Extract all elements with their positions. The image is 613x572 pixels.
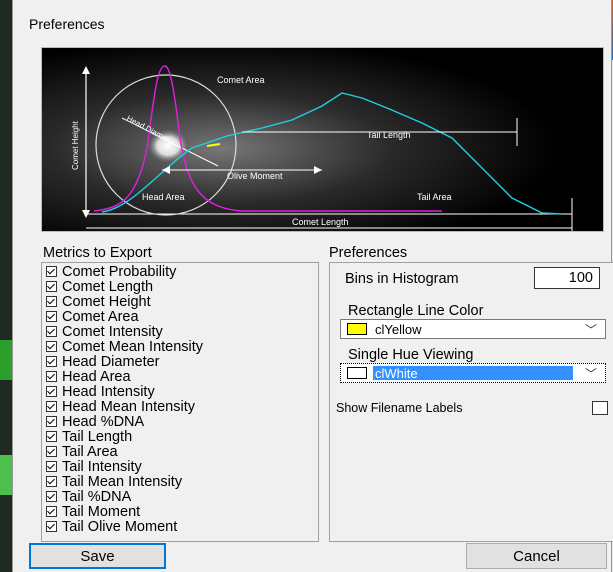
color-swatch bbox=[347, 323, 367, 335]
comet-diagram: Comet Area Head Diameter Tail Length Com… bbox=[41, 47, 604, 232]
preferences-heading: Preferences bbox=[329, 245, 408, 261]
metric-head-diameter[interactable]: Head Diameter bbox=[46, 355, 160, 370]
metric-tail-intensity[interactable]: Tail Intensity bbox=[46, 460, 142, 475]
metric-tail-area[interactable]: Tail Area bbox=[46, 445, 118, 460]
bins-input[interactable] bbox=[534, 267, 600, 289]
metrics-list: Comet Probability Comet Length Comet Hei… bbox=[41, 262, 319, 542]
checkbox-icon[interactable] bbox=[46, 506, 57, 517]
metric-comet-probability[interactable]: Comet Probability bbox=[46, 265, 176, 280]
chevron-down-icon[interactable]: ﹀ bbox=[585, 321, 597, 338]
save-button[interactable]: Save bbox=[29, 543, 166, 569]
checkbox-icon[interactable] bbox=[46, 461, 57, 472]
metric-tail-dna[interactable]: Tail %DNA bbox=[46, 490, 131, 505]
checkbox-icon[interactable] bbox=[46, 446, 57, 457]
preferences-dialog: Preferences Comet Area Head Diameter Tai… bbox=[12, 0, 613, 572]
diagram-label-comet-height: Comet Height bbox=[71, 120, 80, 170]
checkbox-icon[interactable] bbox=[46, 281, 57, 292]
metrics-heading: Metrics to Export bbox=[43, 245, 152, 261]
background-app-left bbox=[0, 0, 12, 572]
metric-comet-height[interactable]: Comet Height bbox=[46, 295, 151, 310]
filename-labels-label: Show Filename Labels bbox=[336, 401, 463, 415]
comet-diagram-image: Comet Area Head Diameter Tail Length Com… bbox=[42, 48, 603, 231]
bins-label: Bins in Histogram bbox=[345, 271, 459, 287]
checkbox-icon[interactable] bbox=[46, 401, 57, 412]
checkbox-icon[interactable] bbox=[46, 476, 57, 487]
checkbox-icon[interactable] bbox=[46, 431, 57, 442]
metric-comet-area[interactable]: Comet Area bbox=[46, 310, 139, 325]
filename-labels-checkbox[interactable] bbox=[592, 401, 608, 415]
metric-head-area[interactable]: Head Area bbox=[46, 370, 131, 385]
checkbox-icon[interactable] bbox=[46, 266, 57, 277]
diagram-label-tail-length: Tail Length bbox=[367, 130, 411, 140]
metric-head-mean-intensity[interactable]: Head Mean Intensity bbox=[46, 400, 195, 415]
cancel-button[interactable]: Cancel bbox=[466, 543, 607, 569]
color-swatch bbox=[347, 367, 367, 379]
checkbox-icon[interactable] bbox=[46, 356, 57, 367]
preferences-panel: Bins in Histogram Rectangle Line Color c… bbox=[329, 262, 613, 542]
metric-tail-olive-moment[interactable]: Tail Olive Moment bbox=[46, 520, 177, 535]
checkbox-icon[interactable] bbox=[46, 311, 57, 322]
metric-comet-mean-intensity[interactable]: Comet Mean Intensity bbox=[46, 340, 203, 355]
checkbox-icon[interactable] bbox=[46, 521, 57, 532]
checkbox-icon[interactable] bbox=[46, 491, 57, 502]
rect-color-label: Rectangle Line Color bbox=[348, 303, 484, 319]
hue-label: Single Hue Viewing bbox=[348, 347, 474, 363]
checkbox-icon[interactable] bbox=[46, 386, 57, 397]
metric-tail-length[interactable]: Tail Length bbox=[46, 430, 132, 445]
checkbox-icon[interactable] bbox=[46, 326, 57, 337]
metric-tail-mean-intensity[interactable]: Tail Mean Intensity bbox=[46, 475, 182, 490]
checkbox-icon[interactable] bbox=[46, 371, 57, 382]
hue-select[interactable]: clWhite ﹀ bbox=[340, 363, 606, 383]
checkbox-icon[interactable] bbox=[46, 341, 57, 352]
diagram-label-comet-area: Comet Area bbox=[217, 75, 265, 85]
diagram-label-tail-area: Tail Area bbox=[417, 192, 452, 202]
metric-head-intensity[interactable]: Head Intensity bbox=[46, 385, 155, 400]
diagram-label-olive-moment: Olive Moment bbox=[227, 171, 283, 181]
checkbox-icon[interactable] bbox=[46, 296, 57, 307]
metric-comet-intensity[interactable]: Comet Intensity bbox=[46, 325, 163, 340]
diagram-label-comet-length: Comet Length bbox=[292, 217, 349, 227]
metric-head-dna[interactable]: Head %DNA bbox=[46, 415, 144, 430]
metric-tail-moment[interactable]: Tail Moment bbox=[46, 505, 140, 520]
dialog-title: Preferences bbox=[29, 16, 105, 32]
checkbox-icon[interactable] bbox=[46, 416, 57, 427]
diagram-label-head-area: Head Area bbox=[142, 192, 185, 202]
rect-color-select[interactable]: clYellow ﹀ bbox=[340, 319, 606, 339]
chevron-down-icon[interactable]: ﹀ bbox=[585, 365, 597, 382]
metric-comet-length[interactable]: Comet Length bbox=[46, 280, 153, 295]
